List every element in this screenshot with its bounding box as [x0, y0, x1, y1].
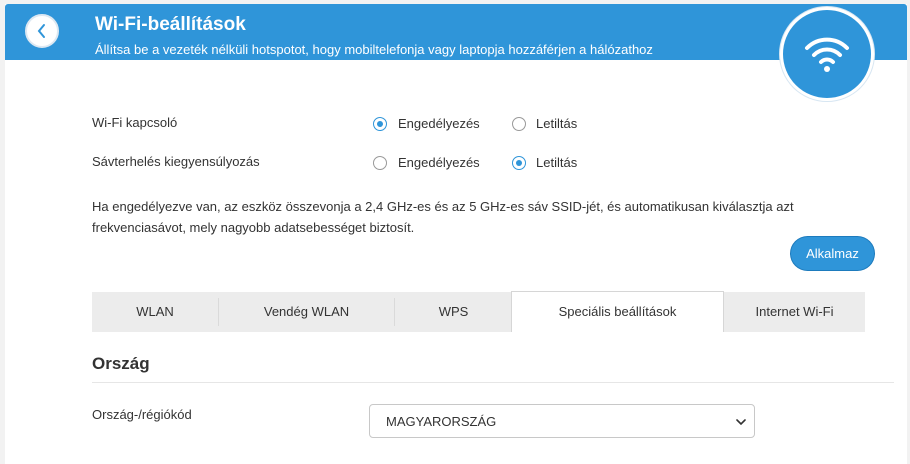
page-title: Wi-Fi-beállítások [95, 14, 246, 35]
section-divider [92, 382, 894, 383]
country-code-label: Ország-/régiókód [92, 407, 192, 422]
tab-advanced-settings[interactable]: Speciális beállítások [511, 291, 724, 332]
settings-panel: Wi-Fi-beállítások Állítsa be a vezeték n… [5, 4, 907, 464]
country-code-select[interactable]: MAGYARORSZÁG [369, 404, 755, 438]
band-enable-label[interactable]: Engedélyezés [398, 155, 480, 170]
tab-wlan[interactable]: WLAN [92, 292, 218, 332]
page-subtitle: Állítsa be a vezeték nélküli hotspotot, … [95, 42, 653, 57]
tab-guest-wlan[interactable]: Vendég WLAN [219, 292, 394, 332]
tab-wps[interactable]: WPS [395, 292, 512, 332]
tab-internet-wifi[interactable]: Internet Wi-Fi [724, 292, 865, 332]
wifi-enable-label[interactable]: Engedélyezés [398, 116, 480, 131]
country-code-value: MAGYARORSZÁG [386, 414, 497, 429]
page-header: Wi-Fi-beállítások Állítsa be a vezeték n… [5, 4, 907, 60]
back-chevron-icon [37, 24, 45, 38]
wifi-badge [780, 7, 874, 101]
band-balance-description: Ha engedélyezve van, az eszköz összevonj… [92, 199, 794, 235]
settings-tabs: WLAN Vendég WLAN WPS Speciális beállítás… [92, 291, 865, 332]
band-enable-radio[interactable] [373, 156, 387, 170]
country-section-title: Ország [92, 354, 150, 373]
wifi-disable-label[interactable]: Letiltás [536, 116, 577, 131]
wifi-enable-radio[interactable] [373, 117, 387, 131]
apply-button[interactable]: Alkalmaz [791, 237, 874, 270]
band-disable-radio[interactable] [512, 156, 526, 170]
band-disable-label[interactable]: Letiltás [536, 155, 577, 170]
band-balance-label: Sávterhelés kiegyensúlyozás [92, 154, 260, 169]
wifi-icon [805, 37, 849, 72]
wifi-switch-label: Wi-Fi kapcsoló [92, 115, 178, 130]
select-chevron-icon [736, 419, 746, 426]
back-button[interactable] [25, 14, 59, 48]
wifi-disable-radio[interactable] [512, 117, 526, 131]
